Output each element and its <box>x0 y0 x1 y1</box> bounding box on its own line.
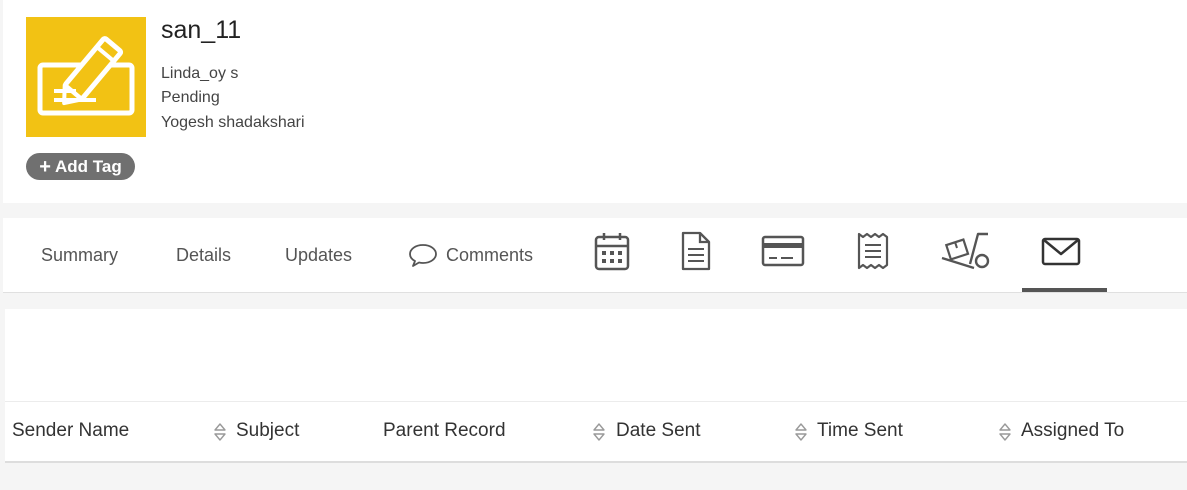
tab-comments[interactable]: Comments <box>408 218 533 292</box>
sort-icon[interactable] <box>997 422 1013 442</box>
add-tag-label: Add Tag <box>54 156 122 176</box>
tab-comments-label: Comments <box>446 244 534 265</box>
table-header-row: Sender Name Subject Parent Record Date S… <box>5 401 1187 460</box>
sort-icon[interactable] <box>591 422 607 442</box>
active-tab-indicator <box>1022 288 1107 292</box>
add-tag-button[interactable]: + Add Tag <box>26 153 135 180</box>
record-title: san_11 <box>161 16 242 44</box>
email-panel: Sender Name Subject Parent Record Date S… <box>5 309 1187 463</box>
tab-calendar-icon[interactable] <box>593 230 631 277</box>
tab-credit-card-icon[interactable] <box>760 230 806 277</box>
sort-icon[interactable] <box>212 422 228 442</box>
tab-details[interactable]: Details <box>176 218 231 292</box>
column-header-date-sent[interactable]: Date Sent <box>616 402 701 460</box>
plus-icon: + <box>39 155 51 178</box>
tab-shipping-cart-icon[interactable] <box>940 230 996 279</box>
record-status: Pending <box>161 89 220 106</box>
column-header-time-sent[interactable]: Time Sent <box>817 402 903 460</box>
sort-icon[interactable] <box>793 422 809 442</box>
tab-summary[interactable]: Summary <box>41 218 118 292</box>
column-header-parent-record[interactable]: Parent Record <box>383 402 506 460</box>
column-header-assigned-to[interactable]: Assigned To <box>1021 402 1124 460</box>
record-owner: Linda_oy s <box>161 65 239 82</box>
tab-document-icon[interactable] <box>680 230 712 277</box>
tab-receipt-icon[interactable] <box>855 230 891 277</box>
record-assignee: Yogesh shadakshari <box>161 114 305 131</box>
speech-bubble-icon <box>408 242 438 268</box>
tab-mail-icon[interactable] <box>1040 230 1082 277</box>
record-tabs: Summary Details Updates Comments <box>3 218 1187 293</box>
tab-updates[interactable]: Updates <box>285 218 352 292</box>
column-header-sender-name[interactable]: Sender Name <box>12 402 129 460</box>
column-header-subject[interactable]: Subject <box>236 402 299 460</box>
record-logo-edit-icon <box>26 17 146 137</box>
